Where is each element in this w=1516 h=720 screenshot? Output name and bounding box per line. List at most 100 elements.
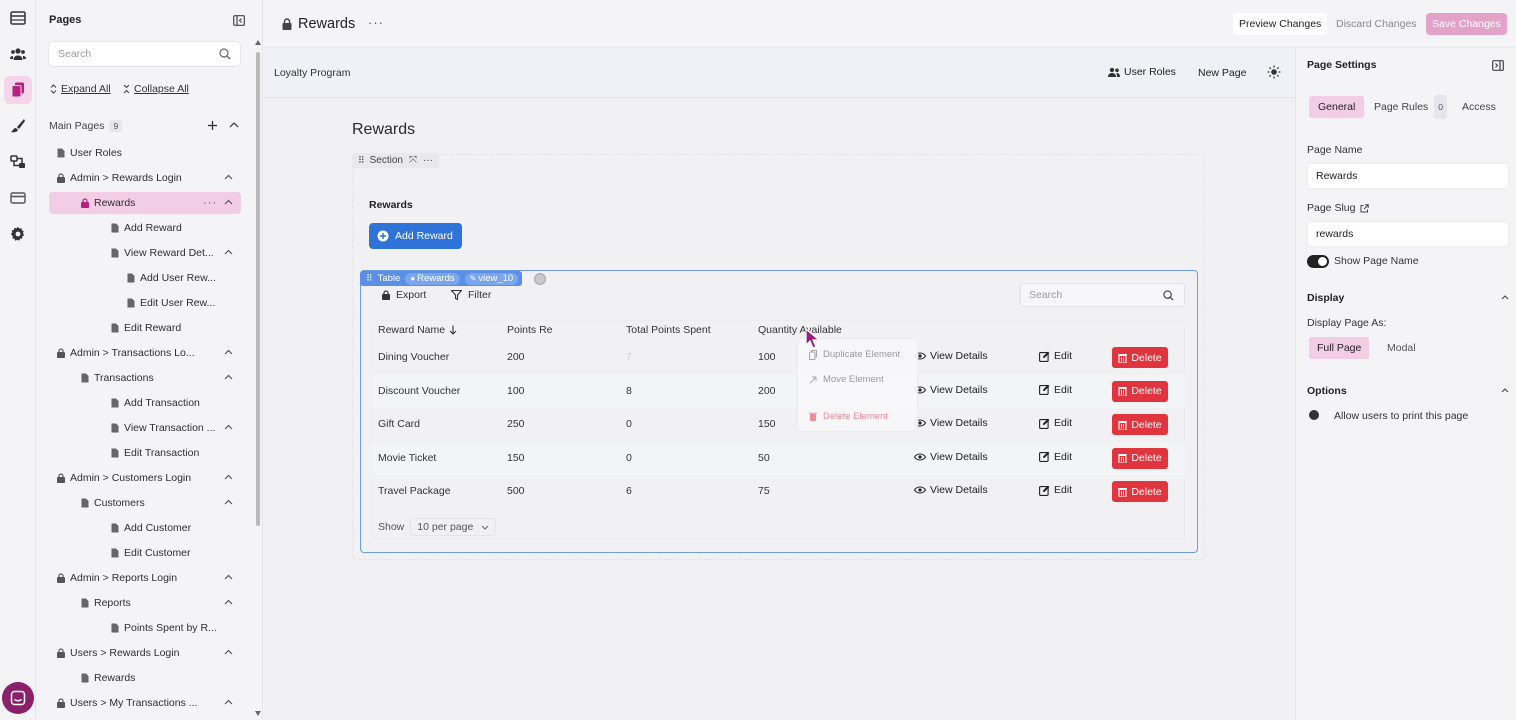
main-pages-chevron-up-icon[interactable] [229,121,239,128]
page-tree-item[interactable]: Transactions [49,367,241,389]
save-changes-button[interactable]: Save Changes [1426,13,1507,35]
chevron-up-icon[interactable] [224,649,233,655]
page-tree-item[interactable]: Edit Transaction [49,442,241,464]
page-tree-item[interactable]: Add Customer [49,517,241,539]
col-header-quantity[interactable]: Quantity Available [758,324,842,336]
display-section-title[interactable]: Display [1307,292,1344,304]
collapse-all-button[interactable]: Collapse All [123,83,189,95]
brush-nav-icon[interactable] [4,112,32,140]
pages-nav-icon[interactable] [4,76,32,104]
table-nav-icon[interactable] [4,4,32,32]
page-tree-item[interactable]: Add User Rew... [49,267,241,289]
page-name-input[interactable] [1308,164,1498,188]
preview-changes-button[interactable]: Preview Changes [1233,13,1328,35]
chevron-up-icon[interactable] [224,249,233,255]
more-options-icon[interactable]: ··· [368,15,384,30]
external-link-icon[interactable] [1360,203,1370,213]
chevron-up-icon[interactable] [224,574,233,580]
delete-button[interactable]: Delete [1112,347,1168,368]
pages-search-input[interactable] [49,42,209,66]
tab-page-rules[interactable]: Page Rules 0 [1365,95,1456,119]
options-chevron-up-icon[interactable] [1501,388,1509,393]
section-tag[interactable]: ⠿ Section ⤧ ··· [352,153,439,168]
page-tree-item[interactable]: Edit Reward [49,317,241,339]
sort-arrow-down-icon[interactable] [449,325,457,335]
page-tree-item[interactable]: Points Spent by R... [49,617,241,639]
table-search[interactable] [1020,283,1185,307]
chevron-up-icon[interactable] [224,599,233,605]
duplicate-element-item[interactable]: Duplicate Element [809,349,900,360]
settings-gear-icon[interactable] [4,220,32,248]
delete-button[interactable]: Delete [1112,414,1168,436]
page-tree-item[interactable]: Reports [49,592,241,614]
full-page-option[interactable]: Full Page [1309,337,1370,359]
chevron-up-icon[interactable] [224,349,233,355]
print-option-toggle[interactable] [1309,410,1319,420]
page-name-field[interactable] [1307,163,1509,189]
view-details-button[interactable]: View Details [914,451,988,463]
chevron-up-icon[interactable] [224,474,233,480]
delete-button[interactable]: Delete [1112,447,1168,469]
per-page-select[interactable]: 10 per page [410,518,497,536]
new-page-link[interactable]: New Page [1198,67,1246,79]
close-panel-icon[interactable] [1492,60,1504,71]
page-tree-item[interactable]: Admin > Transactions Lo... [49,342,241,364]
collapse-panel-icon[interactable] [233,15,245,26]
page-tree-item[interactable]: User Roles [49,142,241,164]
table-row[interactable]: Dining Voucher 200 7 100 View Details Edit Del… [373,341,1185,374]
page-tree-item[interactable]: Customers [49,492,241,514]
page-slug-field[interactable] [1307,221,1509,247]
table-element-tag[interactable]: ⠿ Table ● Rewards ✎ view_10 [360,271,523,286]
pages-scrollbar[interactable] [255,38,261,720]
chevron-up-icon[interactable] [224,374,233,380]
tab-access[interactable]: Access [1453,96,1505,118]
edit-button[interactable]: Edit [1039,451,1072,463]
view-details-button[interactable]: View Details [914,350,988,362]
options-section-title[interactable]: Options [1307,385,1347,397]
modal-option[interactable]: Modal [1379,337,1424,359]
move-element-item[interactable]: Move Element [809,374,884,385]
page-tree-item[interactable]: Edit User Rew... [49,292,241,314]
discard-changes-button[interactable]: Discard Changes [1336,18,1417,30]
drag-handle-icon[interactable]: ⠿ [358,155,365,166]
table-row[interactable]: Gift Card 250 0 150 View Details Edit Delete [373,408,1185,441]
users-nav-icon[interactable] [4,40,32,68]
page-tree-item[interactable]: Add Transaction [49,392,241,414]
page-slug-input[interactable] [1308,222,1498,246]
delete-button[interactable]: Delete [1112,380,1168,402]
table-row[interactable]: Discount Voucher 100 8 200 View Details Edit D… [373,374,1185,408]
chevron-up-icon[interactable] [224,174,233,180]
filter-button[interactable]: Filter [451,289,491,301]
view-details-button[interactable]: View Details [914,484,988,496]
page-tree-item[interactable]: View Transaction ... [49,417,241,439]
user-roles-link[interactable]: User Roles [1108,66,1176,78]
view-details-button[interactable]: View Details [914,417,988,429]
flow-nav-icon[interactable] [4,148,32,176]
table-row[interactable]: Travel Package 500 6 75 View Details Edit Dele… [373,475,1185,508]
edit-button[interactable]: Edit [1039,484,1072,496]
add-reward-button[interactable]: Add Reward [369,223,462,249]
page-tree-item[interactable]: Add Reward [49,217,241,239]
app-brand-name[interactable]: Loyalty Program [274,67,350,79]
tab-general[interactable]: General [1309,96,1365,118]
chat-icon[interactable] [2,682,34,714]
page-tree-item[interactable]: Rewards [49,667,241,689]
table-source-chip[interactable]: ● Rewards [405,272,460,285]
table-search-input[interactable] [1021,284,1151,306]
page-tree-item[interactable]: Admin > Customers Login [49,467,241,489]
page-tree-item[interactable]: Edit Customer [49,542,241,564]
col-header-points[interactable]: Points Re [507,324,553,336]
add-page-plus-icon[interactable] [207,120,218,131]
page-tree-item[interactable]: Admin > Rewards Login [49,167,241,189]
view-details-button[interactable]: View Details [914,384,988,396]
section-collapse-icon[interactable]: ⤧ [409,155,417,166]
page-tree-item[interactable]: View Reward Det... [49,242,241,264]
page-tree-item[interactable]: Users > Rewards Login [49,642,241,664]
chevron-up-icon[interactable] [224,424,233,430]
scroll-thumb[interactable] [256,52,260,526]
page-tree-item[interactable]: Admin > Reports Login [49,567,241,589]
col-header-points-spent[interactable]: Total Points Spent [626,324,711,336]
section-more-icon[interactable]: ··· [423,155,433,166]
element-options-dot[interactable] [534,273,546,285]
chevron-up-icon[interactable] [224,499,233,505]
